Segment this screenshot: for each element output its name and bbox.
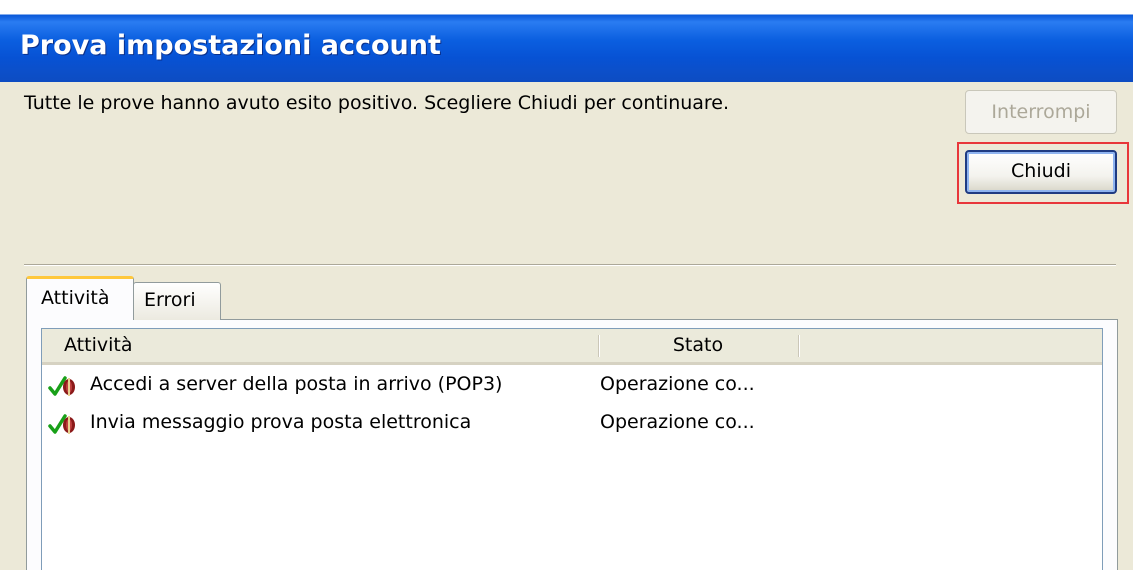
column-header-activity[interactable]: Attività xyxy=(64,329,132,362)
window-title: Prova impostazioni account xyxy=(20,30,441,61)
list-header: Attività Stato xyxy=(42,329,1102,365)
account-test-dialog: Prova impostazioni account Tutte le prov… xyxy=(0,0,1133,570)
success-check-icon xyxy=(48,413,90,437)
status-message: Tutte le prove hanno avuto esito positiv… xyxy=(24,92,730,114)
list-item[interactable]: Accedi a server della posta in arrivo (P… xyxy=(42,371,1102,401)
task-status: Operazione co... xyxy=(600,411,755,433)
tab-errors[interactable]: Errori xyxy=(133,282,221,320)
title-bar[interactable]: Prova impostazioni account xyxy=(0,0,1133,82)
column-divider[interactable] xyxy=(798,335,800,357)
close-button[interactable]: Chiudi xyxy=(965,150,1117,194)
separator-line xyxy=(24,264,1116,266)
column-header-status[interactable]: Stato xyxy=(598,329,798,362)
tasks-list[interactable]: Attività Stato Accedi a server della pos… xyxy=(41,328,1103,570)
stop-button[interactable]: Interrompi xyxy=(965,90,1117,134)
success-check-icon xyxy=(48,375,90,399)
tab-activities[interactable]: Attività xyxy=(26,276,134,320)
task-status: Operazione co... xyxy=(600,373,755,395)
list-item[interactable]: Invia messaggio prova posta elettronica … xyxy=(42,409,1102,439)
task-name: Invia messaggio prova posta elettronica xyxy=(90,411,472,433)
tab-panel: Attività Stato Accedi a server della pos… xyxy=(26,319,1118,570)
task-name: Accedi a server della posta in arrivo (P… xyxy=(90,373,503,395)
